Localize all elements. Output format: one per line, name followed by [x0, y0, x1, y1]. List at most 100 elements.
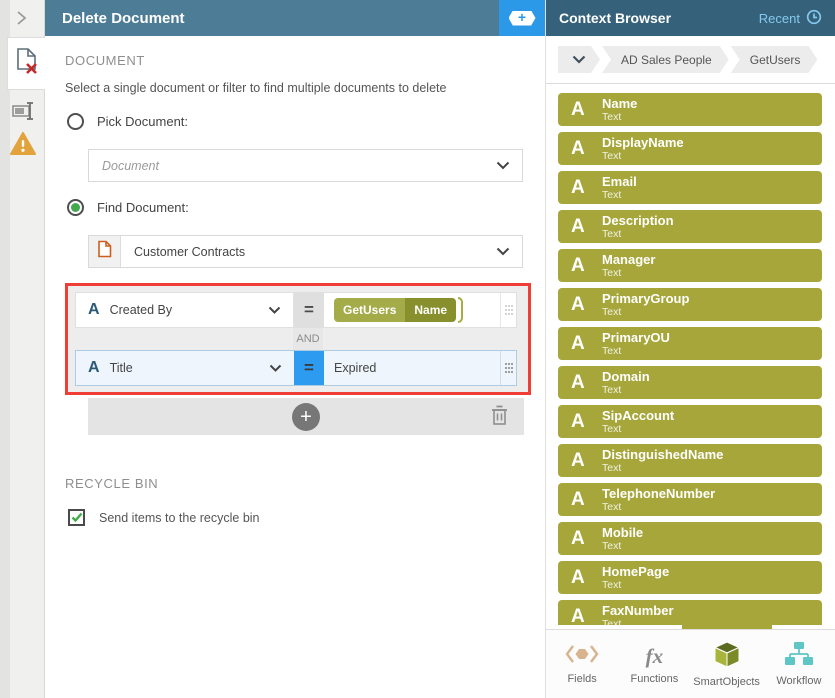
field-name: Email	[602, 174, 637, 189]
document-library-dropdown[interactable]: Customer Contracts	[88, 235, 523, 268]
chevron-down-icon	[496, 247, 510, 256]
field-list-item[interactable]: A Email Text	[558, 171, 822, 204]
field-type: Text	[602, 189, 622, 201]
recycle-bin-heading: RECYCLE BIN	[65, 476, 159, 491]
text-type-icon: A	[571, 137, 585, 159]
field-type: Text	[602, 345, 622, 357]
field-list-item[interactable]: A PrimaryGroup Text	[558, 288, 822, 321]
text-type-icon: A	[571, 566, 585, 588]
workflow-hierarchy-icon	[784, 641, 813, 670]
field-type: Text	[602, 462, 622, 474]
document-icon	[97, 240, 112, 263]
toolbar-item-delete-document[interactable]	[7, 37, 45, 90]
field-name: FaxNumber	[602, 603, 674, 618]
text-type-icon: A	[88, 359, 100, 376]
field-name: DisplayName	[602, 135, 684, 150]
chevron-down-icon	[496, 161, 510, 170]
smartobject-token[interactable]: GetUsers Name	[334, 297, 464, 323]
warning-triangle-icon	[9, 132, 36, 161]
text-type-icon: A	[571, 527, 585, 549]
field-list-item[interactable]: A PrimaryOU Text	[558, 327, 822, 360]
rename-icon	[11, 100, 35, 127]
radio-selected-icon[interactable]	[67, 199, 84, 216]
field-name: Manager	[602, 252, 656, 267]
toolbar-item-warnings[interactable]	[0, 132, 45, 161]
field-type: Text	[602, 150, 622, 162]
text-type-icon: A	[571, 410, 585, 432]
breadcrumb-collapse-button[interactable]	[558, 46, 600, 73]
field-list-item[interactable]: A SipAccount Text	[558, 405, 822, 438]
radio-unselected-icon[interactable]	[67, 113, 84, 130]
field-list-item[interactable]: A DistinguishedName Text	[558, 444, 822, 477]
chevron-down-icon	[572, 53, 586, 67]
recent-button[interactable]: Recent	[759, 9, 822, 28]
filter-field-label: Title	[109, 361, 133, 375]
field-list-item[interactable]: A TelephoneNumber Text	[558, 483, 822, 516]
pick-document-dropdown[interactable]: Document	[88, 149, 523, 182]
tab-label: Workflow	[776, 674, 822, 687]
breadcrumb-item-method[interactable]: GetUsers	[731, 46, 818, 73]
field-type: Text	[602, 384, 622, 396]
field-name: Domain	[602, 369, 650, 384]
tab-workflow[interactable]: Workflow	[763, 630, 835, 698]
delete-filter-button[interactable]	[491, 405, 508, 428]
token-bracket-icon	[458, 297, 464, 323]
document-section-description: Select a single document or filter to fi…	[65, 81, 447, 95]
expand-panel-chevron-icon[interactable]	[13, 10, 28, 31]
filter-value-cell[interactable]: GetUsers Name	[324, 293, 500, 327]
recent-label: Recent	[758, 10, 800, 26]
recycle-bin-checkbox-label: Send items to the recycle bin	[99, 510, 260, 525]
filter-action-bar: +	[88, 398, 524, 435]
filter-row-created-by: A Created By = GetUsers Name	[75, 292, 517, 328]
field-list-item[interactable]: A HomePage Text	[558, 561, 822, 594]
field-list-item[interactable]: A Domain Text	[558, 366, 822, 399]
text-type-icon: A	[571, 254, 585, 276]
text-type-icon: A	[571, 605, 585, 626]
field-list-item[interactable]: A Description Text	[558, 210, 822, 243]
recycle-bin-checkbox-row[interactable]: Send items to the recycle bin	[68, 509, 260, 526]
operator-equals-cell[interactable]: =	[294, 293, 324, 327]
filter-field-label: Created By	[109, 303, 173, 317]
filter-field-dropdown[interactable]: A Created By	[76, 293, 294, 327]
operator-equals-cell-selected[interactable]: =	[294, 351, 324, 385]
breadcrumb: AD Sales People GetUsers	[546, 36, 835, 84]
plus-hexagon-icon: +	[508, 10, 536, 26]
field-name: PrimaryGroup	[602, 291, 690, 306]
field-list-item[interactable]: A FaxNumber Text	[558, 600, 822, 625]
conjunction-label[interactable]: AND	[293, 328, 323, 350]
smartobjects-cube-icon	[713, 640, 741, 671]
toolbar-item-rename[interactable]	[0, 100, 45, 127]
chevron-down-icon	[268, 306, 281, 314]
checkbox-checked-icon[interactable]	[68, 509, 85, 526]
drag-handle[interactable]	[500, 351, 516, 385]
text-type-icon: A	[88, 301, 100, 318]
context-browser-title: Context Browser	[559, 10, 672, 26]
pick-document-radio[interactable]: Pick Document:	[67, 113, 188, 130]
add-step-button[interactable]: +	[499, 0, 545, 36]
find-document-radio[interactable]: Find Document:	[67, 199, 189, 216]
field-type: Text	[602, 423, 622, 435]
field-name: HomePage	[602, 564, 670, 579]
context-browser-panel: Context Browser Recent AD Sales People G…	[545, 0, 835, 698]
field-list-item[interactable]: A Name Text	[558, 93, 822, 126]
field-name: DistinguishedName	[602, 447, 724, 462]
token-chip: GetUsers Name	[334, 298, 457, 322]
tab-fields[interactable]: Fields	[546, 630, 618, 698]
filter-value-cell[interactable]: Expired	[324, 351, 500, 385]
breadcrumb-item-smartobject[interactable]: AD Sales People	[602, 46, 729, 73]
functions-icon: fx	[645, 643, 664, 668]
text-type-icon: A	[571, 488, 585, 510]
token-property: Name	[405, 298, 457, 322]
tab-label: SmartObjects	[693, 675, 760, 688]
add-filter-button[interactable]: +	[292, 402, 320, 431]
field-list-item[interactable]: A DisplayName Text	[558, 132, 822, 165]
field-list-item[interactable]: A Mobile Text	[558, 522, 822, 555]
drag-handle[interactable]	[500, 293, 516, 327]
tab-label: Fields	[567, 673, 597, 685]
filter-field-dropdown[interactable]: A Title	[76, 351, 294, 385]
tab-functions[interactable]: fx Functions	[618, 630, 690, 698]
text-type-icon: A	[571, 371, 585, 393]
field-list-item[interactable]: A Manager Text	[558, 249, 822, 282]
field-name: Mobile	[602, 525, 644, 540]
tab-smartobjects[interactable]: SmartObjects	[691, 630, 763, 698]
